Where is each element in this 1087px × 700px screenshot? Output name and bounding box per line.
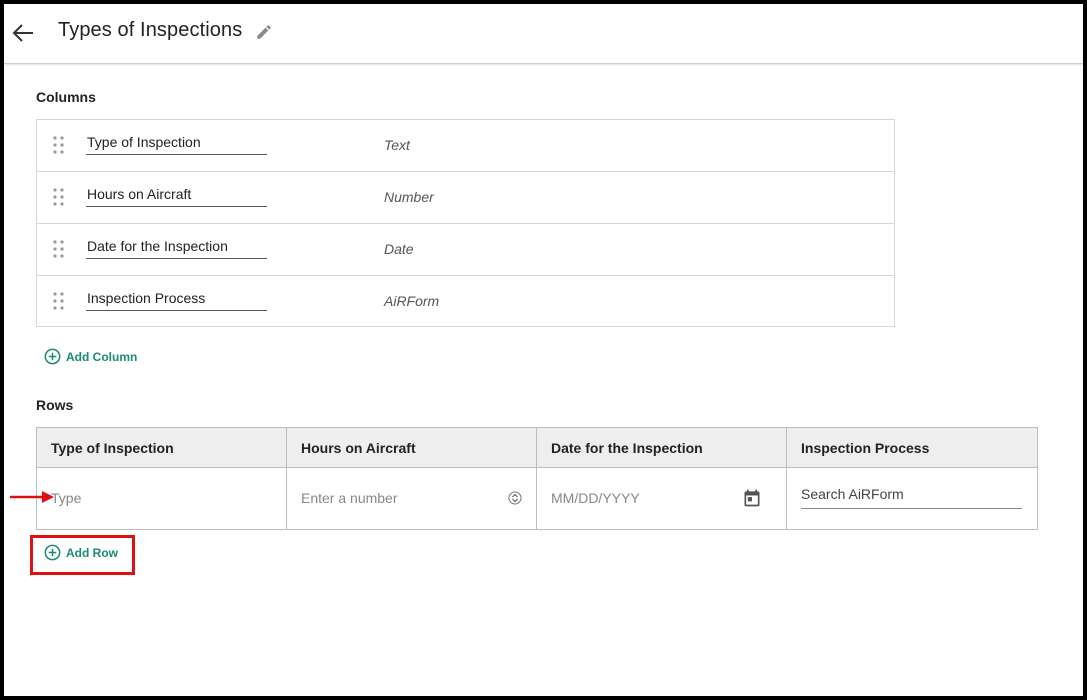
table-row — [37, 468, 1037, 529]
column-name-field[interactable] — [86, 185, 267, 207]
airform-search-input[interactable] — [801, 485, 1022, 509]
header-cell: Date for the Inspection — [537, 428, 787, 468]
column-row: Date — [37, 224, 894, 276]
hours-number-input[interactable] — [301, 490, 501, 506]
hours-cell — [287, 468, 537, 529]
page-title: Types of Inspections — [58, 19, 243, 41]
date-cell — [537, 468, 787, 529]
drag-handle-icon[interactable] — [52, 291, 66, 311]
type-cell — [37, 468, 287, 529]
calendar-icon[interactable] — [742, 488, 762, 508]
column-row: Number — [37, 172, 894, 224]
type-input[interactable] — [51, 490, 271, 506]
table-header: Type of Inspection Hours on Aircraft Dat… — [37, 428, 1037, 468]
red-highlight-annotation — [30, 535, 135, 575]
column-type: Date — [384, 241, 414, 257]
column-type: Text — [384, 137, 410, 153]
header-cell: Hours on Aircraft — [287, 428, 537, 468]
header-cell: Type of Inspection — [37, 428, 287, 468]
column-name-field[interactable] — [86, 289, 267, 311]
rows-section-label: Rows — [36, 397, 74, 413]
process-cell — [787, 468, 1037, 529]
columns-list: Text Number Date AiRForm — [36, 119, 895, 327]
top-bar: Types of Inspections — [4, 4, 1083, 64]
drag-handle-icon[interactable] — [52, 135, 66, 155]
pencil-icon[interactable] — [255, 23, 273, 41]
columns-section-label: Columns — [36, 89, 96, 105]
red-arrow-annotation — [10, 489, 56, 505]
drag-handle-icon[interactable] — [52, 187, 66, 207]
drag-handle-icon[interactable] — [52, 239, 66, 259]
rows-table: Type of Inspection Hours on Aircraft Dat… — [36, 427, 1038, 530]
date-input[interactable] — [551, 490, 731, 506]
add-column-label: Add Column — [66, 349, 138, 364]
app-window: Types of Inspections Columns Text Number — [4, 4, 1083, 696]
number-spinner-icon[interactable] — [508, 490, 522, 506]
column-row: AiRForm — [37, 276, 894, 328]
column-name-field[interactable] — [86, 133, 267, 155]
column-type: AiRForm — [384, 293, 440, 309]
back-arrow-icon[interactable] — [8, 18, 38, 48]
column-name-field[interactable] — [86, 237, 267, 259]
column-type: Number — [384, 189, 434, 205]
header-cell: Inspection Process — [801, 440, 930, 456]
plus-circle-icon — [44, 348, 61, 365]
add-column-button[interactable]: Add Column — [44, 348, 137, 365]
column-row: Text — [37, 120, 894, 172]
